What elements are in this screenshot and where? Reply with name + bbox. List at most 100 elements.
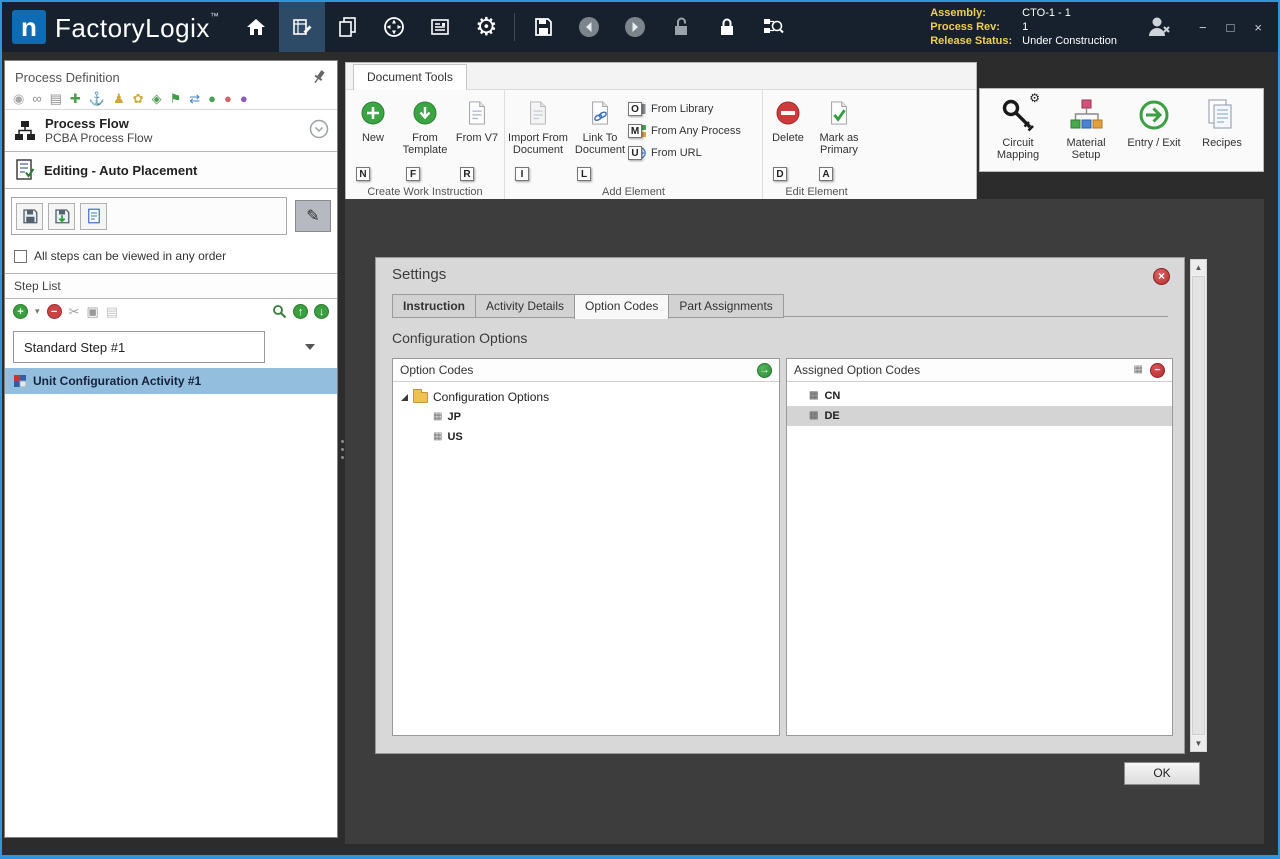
option-code-icon[interactable]: ▦ (1134, 365, 1143, 375)
favorite-icon[interactable]: ✿ (133, 92, 144, 105)
maximize-button[interactable]: □ (1227, 21, 1235, 34)
option-codes-panel: Option Codes → Configuration Options ▦ J… (392, 358, 780, 736)
work-instruction-button[interactable] (279, 2, 325, 52)
process-flow-row[interactable]: Process Flow PCBA Process Flow (5, 109, 337, 151)
settings-tabs: Instruction Activity Details Option Code… (392, 294, 783, 318)
copy-step-button[interactable]: ▣ (86, 305, 98, 318)
tree-node-jp[interactable]: ▦ JP (393, 407, 779, 427)
paste-step-button[interactable]: ▤ (106, 305, 118, 318)
save-button[interactable] (520, 2, 566, 52)
panel-title: Process Definition (15, 70, 120, 85)
any-order-checkbox[interactable] (14, 250, 27, 263)
tab-instruction[interactable]: Instruction (392, 294, 476, 318)
flag-icon[interactable]: ⚑ (170, 92, 182, 105)
from-any-process-button[interactable]: From Any Process M (631, 123, 751, 139)
new-icon (360, 97, 386, 129)
pause-icon[interactable]: ● (240, 92, 248, 105)
from-v7-button[interactable]: From V7 R (452, 93, 502, 181)
assigned-item-cn[interactable]: ▦ CN (787, 386, 1172, 406)
mark-as-primary-button[interactable]: Mark as Primary A (811, 93, 867, 181)
back-button[interactable] (566, 2, 612, 52)
panel-splitter[interactable] (340, 440, 344, 459)
pin-icon[interactable] (311, 69, 327, 85)
save-document-button[interactable] (16, 203, 43, 230)
properties-icon[interactable]: ◉ (13, 92, 24, 105)
option-code-label: US (447, 431, 462, 443)
from-url-button[interactable]: From URL U (631, 145, 751, 161)
process-audit-button[interactable] (750, 2, 796, 52)
step-selector[interactable]: Standard Step #1 (13, 331, 329, 363)
ok-button[interactable]: OK (1124, 762, 1200, 785)
keytip-from-any-process: M (628, 124, 642, 138)
delete-button[interactable]: Delete D (765, 93, 811, 181)
scroll-down-icon[interactable]: ▼ (1191, 736, 1206, 751)
group-edit-element: Delete D Mark as Primary A Edit Element (762, 90, 870, 199)
start-icon[interactable]: ● (208, 92, 216, 105)
material-setup-button[interactable]: Material Setup (1054, 93, 1118, 167)
unlock-button[interactable] (658, 2, 704, 52)
document-buttons-row: ✎ (11, 197, 331, 235)
from-template-button[interactable]: From Template F (398, 93, 452, 181)
dialog-scrollbar[interactable]: ▲ ▼ (1190, 259, 1207, 752)
cut-step-button[interactable]: ✂ (69, 305, 80, 318)
navigator-button[interactable] (371, 2, 417, 52)
scroll-up-icon[interactable]: ▲ (1191, 260, 1206, 275)
dialog-close-button[interactable]: × (1153, 268, 1170, 285)
move-step-down-button[interactable]: ↓ (314, 304, 329, 319)
assembly-info: Assembly:CTO-1 - 1 Process Rev:1 Release… (930, 6, 1117, 48)
news-button[interactable] (417, 2, 463, 52)
from-library-button[interactable]: From Library O (631, 101, 751, 117)
search-steps-icon[interactable] (272, 304, 287, 319)
chevron-down-icon[interactable] (305, 344, 315, 350)
save-as-button[interactable] (48, 203, 75, 230)
documents-button[interactable] (325, 2, 371, 52)
report-button[interactable] (80, 203, 107, 230)
circuit-mapping-button[interactable]: ⚙ Circuit Mapping (986, 93, 1050, 167)
lock-button[interactable] (704, 2, 750, 52)
close-button[interactable]: × (1254, 21, 1262, 34)
tab-document-tools[interactable]: Document Tools (353, 64, 467, 90)
scrollbar-thumb[interactable] (1192, 276, 1205, 735)
anchor-icon[interactable]: ⚓ (89, 92, 105, 105)
step-selector-value[interactable]: Standard Step #1 (13, 331, 265, 363)
logout-button[interactable] (1133, 2, 1185, 52)
from-v7-icon (465, 97, 489, 129)
move-step-up-button[interactable]: ↑ (293, 304, 308, 319)
settings-button[interactable]: ⚙ (463, 2, 509, 52)
link-icon[interactable]: ∞ (32, 92, 41, 105)
tree-node-us[interactable]: ▦ US (393, 427, 779, 447)
recipes-button[interactable]: Recipes (1190, 93, 1254, 167)
gear-icon: ⚙ (475, 15, 497, 40)
expander-icon[interactable] (401, 394, 408, 401)
add-step-button[interactable]: + (13, 304, 28, 319)
collapse-button[interactable] (309, 119, 329, 142)
list-item-unit-configuration-activity[interactable]: Unit Configuration Activity #1 (5, 368, 337, 394)
import-from-document-button[interactable]: Import From Document I (507, 93, 569, 181)
tree-node-configuration-options[interactable]: Configuration Options (393, 387, 779, 407)
remove-assigned-code-button[interactable]: − (1150, 363, 1165, 378)
palette-icon[interactable]: ◈ (152, 92, 162, 105)
transfer-icon[interactable]: ⇄ (189, 92, 200, 105)
minimize-button[interactable]: − (1199, 21, 1207, 34)
trademark: ™ (210, 11, 220, 21)
tab-part-assignments[interactable]: Part Assignments (668, 294, 783, 318)
assigned-item-de[interactable]: ▦ DE (787, 406, 1172, 426)
activity-icon (14, 375, 26, 387)
new-button[interactable]: New N (348, 93, 398, 181)
gear-icon: ⚙ (1029, 92, 1040, 104)
stop-icon[interactable]: ● (224, 92, 232, 105)
work-instruction-icon (290, 15, 314, 39)
print-icon[interactable]: ▤ (50, 92, 62, 105)
add-node-icon[interactable]: ✚ (70, 92, 81, 105)
home-button[interactable] (233, 2, 279, 52)
assign-option-code-button[interactable]: → (757, 363, 772, 378)
remove-step-button[interactable]: − (47, 304, 62, 319)
entry-exit-button[interactable]: Entry / Exit (1122, 93, 1186, 167)
edit-mode-button[interactable]: ✎ (295, 200, 331, 232)
add-step-caret-icon[interactable]: ▾ (35, 307, 40, 316)
forward-button[interactable] (612, 2, 658, 52)
tab-option-codes[interactable]: Option Codes (574, 294, 669, 319)
tab-activity-details[interactable]: Activity Details (475, 294, 575, 318)
operator-icon[interactable]: ♟ (113, 92, 125, 105)
link-to-document-button[interactable]: Link To Document L (569, 93, 631, 181)
